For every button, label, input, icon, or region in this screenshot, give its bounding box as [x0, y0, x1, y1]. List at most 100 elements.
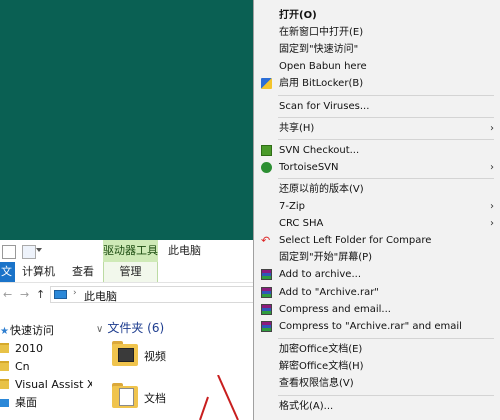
menu-item-label: 加密Office文档(E)	[279, 344, 363, 355]
menu-item-select-left-folder[interactable]: ↶ Select Left Folder for Compare	[254, 232, 500, 249]
winrar-icon	[261, 287, 272, 298]
menu-item-view-permissions[interactable]: 查看权限信息(V)	[254, 375, 500, 392]
nav-item-label: Visual Assist X 22	[15, 378, 92, 391]
chevron-down-icon: ∨	[96, 324, 104, 335]
chevron-right-icon: ›	[490, 201, 494, 212]
folder-label: 文档	[144, 392, 166, 405]
menu-separator	[278, 178, 494, 179]
menu-item-label: 在新窗口中打开(E)	[279, 27, 364, 38]
folder-item-documents[interactable]: 文档	[110, 382, 170, 416]
menu-separator	[278, 95, 494, 96]
nav-item-desktop[interactable]: 桌面	[0, 394, 92, 412]
group-header-label: 文件夹 (6)	[107, 321, 165, 335]
chevron-right-icon: ›	[490, 162, 494, 173]
tortoisesvn-icon	[261, 162, 272, 173]
menu-item-crc-sha[interactable]: CRC SHA ›	[254, 215, 500, 232]
menu-item-open[interactable]: 打开(O)	[254, 7, 500, 24]
menu-item-bitlocker[interactable]: 启用 BitLocker(B)	[254, 75, 500, 92]
menu-separator	[278, 139, 494, 140]
menu-item-label: 7-Zip	[279, 201, 305, 212]
menu-item-label: 格式化(A)...	[279, 401, 334, 412]
winrar-icon	[261, 269, 272, 280]
quick-access-properties-icon[interactable]	[2, 245, 16, 259]
menu-item-label: 固定到"快速访问"	[279, 44, 359, 55]
menu-item-label: Add to archive...	[279, 269, 361, 280]
folder-item-videos[interactable]: 视频	[110, 340, 170, 374]
nav-item-cn[interactable]: Cn	[0, 358, 92, 376]
menu-item-add-archive[interactable]: Add to archive...	[254, 266, 500, 283]
chevron-right-icon: ›	[490, 218, 494, 229]
menu-item-open-new-window[interactable]: 在新窗口中打开(E)	[254, 24, 500, 41]
menu-item-label: 共享(H)	[279, 123, 315, 134]
menu-item-label: Select Left Folder for Compare	[279, 235, 432, 246]
menu-item-compress-rar-email[interactable]: Compress to "Archive.rar" and email	[254, 318, 500, 335]
menu-item-svn-checkout[interactable]: SVN Checkout...	[254, 142, 500, 159]
tab-view[interactable]: 查看	[72, 262, 94, 282]
video-folder-icon	[110, 340, 140, 368]
drive-tools-context-label: 驱动器工具	[103, 240, 158, 262]
menu-item-label: CRC SHA	[279, 218, 324, 229]
folder-label: 视频	[144, 350, 166, 363]
nav-item-label: 快速访问	[10, 324, 54, 337]
shield-icon	[261, 78, 272, 89]
this-pc-icon	[54, 290, 67, 299]
quick-access-new-folder-icon[interactable]	[22, 245, 36, 259]
winrar-icon	[261, 321, 272, 332]
menu-item-label: Add to "Archive.rar"	[279, 287, 379, 298]
desktop-icon	[0, 399, 9, 407]
up-arrow-icon[interactable]: ↑	[36, 284, 45, 306]
menu-item-label: Compress to "Archive.rar" and email	[279, 321, 462, 332]
menu-item-label: 解密Office文档(H)	[279, 361, 364, 372]
nav-item-label: 桌面	[15, 396, 37, 409]
menu-item-format[interactable]: 格式化(A)...	[254, 398, 500, 415]
nav-item-visual-assist[interactable]: Visual Assist X 22	[0, 376, 92, 394]
menu-separator	[278, 395, 494, 396]
forward-arrow-icon[interactable]: →	[20, 284, 29, 306]
menu-item-decrypt-office[interactable]: 解密Office文档(H)	[254, 358, 500, 375]
menu-item-label: SVN Checkout...	[279, 145, 360, 156]
menu-separator	[278, 117, 494, 118]
tab-computer[interactable]: 计算机	[22, 262, 55, 282]
menu-item-7zip[interactable]: 7-Zip ›	[254, 198, 500, 215]
svn-checkout-icon	[261, 145, 272, 156]
nav-item-2010[interactable]: 2010	[0, 340, 92, 358]
breadcrumb-this-pc[interactable]: 此电脑	[84, 288, 117, 304]
menu-item-label: 启用 BitLocker(B)	[279, 78, 364, 89]
menu-separator	[278, 338, 494, 339]
menu-item-label: Compress and email...	[279, 304, 391, 315]
menu-item-scan-viruses[interactable]: Scan for Viruses...	[254, 98, 500, 115]
window-title: 此电脑	[168, 244, 201, 257]
red-annotation-marks	[199, 375, 239, 420]
documents-folder-icon	[110, 382, 140, 410]
back-arrow-icon[interactable]: ←	[3, 284, 12, 306]
menu-item-encrypt-office[interactable]: 加密Office文档(E)	[254, 341, 500, 358]
menu-item-label: Open Babun here	[279, 61, 367, 72]
menu-item-label: 固定到"开始"屏幕(P)	[279, 252, 373, 263]
menu-item-label: 查看权限信息(V)	[279, 378, 354, 389]
chevron-right-icon: ›	[490, 123, 494, 134]
breadcrumb-separator-icon[interactable]: ›	[73, 288, 77, 298]
star-icon: ★	[0, 326, 9, 337]
menu-item-tortoisesvn[interactable]: TortoiseSVN ›	[254, 159, 500, 176]
nav-item-label: Cn	[15, 360, 30, 373]
menu-item-label: TortoiseSVN	[279, 162, 339, 173]
tab-manage[interactable]: 管理	[103, 262, 158, 282]
winrar-icon	[261, 304, 272, 315]
quick-access-dropdown-icon[interactable]	[36, 248, 42, 252]
menu-item-restore-versions[interactable]: 还原以前的版本(V)	[254, 181, 500, 198]
menu-item-open-babun[interactable]: Open Babun here	[254, 58, 500, 75]
menu-item-add-archive-rar[interactable]: Add to "Archive.rar"	[254, 284, 500, 301]
menu-item-label: 还原以前的版本(V)	[279, 184, 364, 195]
menu-item-pin-start[interactable]: 固定到"开始"屏幕(P)	[254, 249, 500, 266]
menu-item-label: Scan for Viruses...	[279, 101, 370, 112]
menu-item-compress-email[interactable]: Compress and email...	[254, 301, 500, 318]
compare-arrow-icon: ↶	[261, 234, 271, 247]
menu-item-label: 打开(O)	[279, 10, 317, 21]
folder-icon	[0, 343, 9, 353]
menu-item-pin-quick-access[interactable]: 固定到"快速访问"	[254, 41, 500, 58]
folders-group-header[interactable]: ∨ 文件夹 (6)	[96, 318, 164, 338]
tab-file[interactable]: 文	[0, 262, 15, 282]
folder-icon	[0, 361, 9, 371]
menu-item-share[interactable]: 共享(H) ›	[254, 120, 500, 137]
nav-item-quick-access[interactable]: ★快速访问	[0, 322, 92, 340]
